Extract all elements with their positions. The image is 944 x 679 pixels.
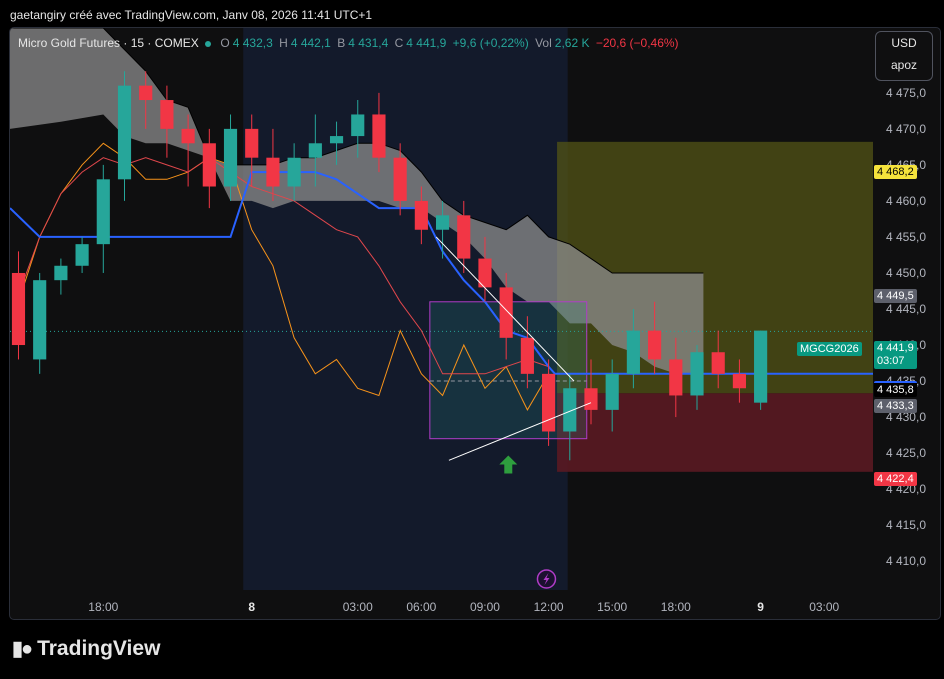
candle-body bbox=[372, 114, 386, 158]
x-tick-label: 03:00 bbox=[343, 600, 373, 614]
candle-body bbox=[605, 373, 619, 410]
candle-body bbox=[287, 157, 301, 187]
close-value: 4 441,9 bbox=[406, 36, 447, 50]
symbol-tag: MGCG2026 bbox=[797, 342, 862, 356]
candle-body bbox=[690, 352, 704, 396]
y-tick-label: 4 410,0 bbox=[886, 554, 926, 568]
open-label: O bbox=[220, 36, 230, 50]
candle-body bbox=[223, 128, 238, 187]
cloud-top-price-label: 4 449,5 bbox=[874, 289, 917, 303]
candle-body bbox=[648, 330, 662, 360]
candle-body bbox=[457, 215, 471, 259]
y-tick-label: 4 475,0 bbox=[886, 86, 926, 100]
last-price-label: 4 441,9 03:07 bbox=[874, 341, 917, 369]
candle-body bbox=[33, 280, 47, 360]
chart-frame[interactable]: 4 480,04 475,04 470,04 465,04 460,04 455… bbox=[9, 27, 941, 620]
attribution-text: gaetangiry créé avec TradingView.com, Ja… bbox=[10, 8, 373, 22]
change-value: +9,6 (+0,22%) bbox=[452, 36, 529, 50]
candle-body bbox=[75, 244, 89, 266]
candle-body bbox=[245, 128, 259, 158]
stop-zone bbox=[557, 393, 873, 472]
x-tick-label: 18:00 bbox=[661, 600, 691, 614]
candle-body bbox=[160, 100, 174, 129]
volume-value: 2,62 K bbox=[554, 36, 590, 50]
x-tick-label: 03:00 bbox=[809, 600, 839, 614]
currency-option[interactable]: apoz bbox=[876, 54, 932, 76]
candle-body bbox=[711, 352, 725, 374]
ohlc-legend: Micro Gold Futures · 15 · COMEX O4 432,3… bbox=[18, 36, 682, 50]
tradingview-icon: ▮● bbox=[12, 638, 33, 660]
candle-body bbox=[499, 287, 513, 338]
open-value: 4 432,3 bbox=[232, 36, 273, 50]
symbol-title[interactable]: Micro Gold Futures · 15 · COMEX bbox=[18, 36, 199, 50]
candle-body bbox=[393, 157, 407, 201]
x-tick-label: 06:00 bbox=[406, 600, 436, 614]
x-tick-label: 8 bbox=[248, 600, 255, 614]
currency-label: USD bbox=[891, 36, 917, 50]
tradingview-logo[interactable]: ▮● TradingView bbox=[12, 636, 160, 661]
candle-body bbox=[308, 143, 322, 158]
candle-body bbox=[520, 337, 534, 374]
last-price-value: 4 441,9 bbox=[877, 342, 914, 354]
x-tick-label: 15:00 bbox=[597, 600, 627, 614]
high-label: H bbox=[279, 36, 288, 50]
x-tick-label: 9 bbox=[757, 600, 764, 614]
candle-body bbox=[435, 215, 450, 230]
market-open-dot-icon bbox=[205, 41, 212, 47]
y-tick-label: 4 450,0 bbox=[886, 266, 926, 280]
candle-body bbox=[754, 330, 768, 403]
y-tick-label: 4 445,0 bbox=[886, 302, 926, 316]
bar-countdown: 03:07 bbox=[877, 355, 905, 367]
stop-price-label: 4 422,4 bbox=[874, 472, 917, 486]
candle-body bbox=[351, 114, 365, 137]
candle-body bbox=[96, 179, 110, 245]
close-label: C bbox=[394, 36, 404, 50]
low-value: 4 431,4 bbox=[348, 36, 389, 50]
y-tick-label: 4 460,0 bbox=[886, 194, 926, 208]
entry-price-label: 4 433,3 bbox=[874, 399, 917, 413]
y-tick-label: 4 470,0 bbox=[886, 122, 926, 136]
candle-body bbox=[329, 136, 344, 144]
price-chart[interactable]: 4 480,04 475,04 470,04 465,04 460,04 455… bbox=[10, 28, 941, 620]
x-tick-label: 12:00 bbox=[534, 600, 564, 614]
y-tick-label: 4 415,0 bbox=[886, 518, 926, 532]
target-price-label: 4 468,2 bbox=[874, 165, 917, 179]
brand-name: TradingView bbox=[37, 636, 161, 660]
candle-body bbox=[732, 373, 746, 389]
volume-change-value: −20,6 (−0,46%) bbox=[595, 36, 679, 50]
candle-body bbox=[414, 200, 428, 230]
candle-body bbox=[11, 272, 26, 346]
candle-body bbox=[584, 388, 598, 410]
currency-selector[interactable]: USD apoz bbox=[875, 31, 933, 81]
candle-body bbox=[54, 265, 68, 281]
kijun-price-label: 4 435,8 bbox=[874, 381, 917, 397]
y-tick-label: 4 425,0 bbox=[886, 446, 926, 460]
candle-body bbox=[202, 143, 216, 187]
candle-body bbox=[117, 85, 132, 180]
candle-body bbox=[181, 128, 195, 144]
candle-body bbox=[542, 373, 556, 432]
candle-body bbox=[266, 157, 280, 187]
candle-body bbox=[626, 330, 640, 374]
candle-body bbox=[669, 359, 683, 396]
candle-body bbox=[139, 85, 153, 101]
y-tick-label: 4 455,0 bbox=[886, 230, 926, 244]
high-value: 4 442,1 bbox=[290, 36, 331, 50]
volume-label: Vol bbox=[535, 36, 552, 50]
x-tick-label: 18:00 bbox=[88, 600, 118, 614]
low-label: B bbox=[337, 36, 346, 50]
x-tick-label: 09:00 bbox=[470, 600, 500, 614]
